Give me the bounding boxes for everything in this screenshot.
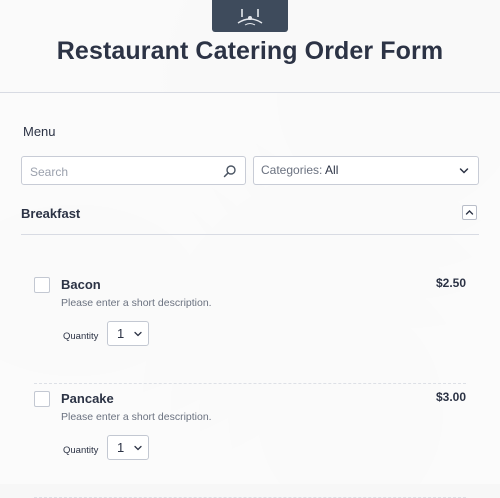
chevron-down-icon — [134, 445, 142, 451]
restaurant-logo-icon — [212, 0, 288, 32]
search-icon[interactable] — [223, 164, 237, 178]
form-content: Menu Categories: All Breakfast Bacon $2.… — [0, 93, 500, 498]
page-title: Restaurant Catering Order Form — [56, 37, 444, 65]
categories-select[interactable]: Categories: All — [253, 156, 479, 185]
menu-item-bacon: Bacon $2.50 Please enter a short descrip… — [21, 270, 479, 384]
quantity-value: 1 — [117, 326, 125, 341]
form-header: Restaurant Catering Order Form — [0, 0, 500, 93]
search-field[interactable] — [21, 156, 246, 185]
section-divider — [21, 234, 479, 235]
categories-label: Categories: — [261, 163, 323, 177]
item-description: Please enter a short description. — [61, 297, 212, 309]
quantity-label: Quantity — [63, 331, 99, 342]
chevron-down-icon — [459, 168, 469, 174]
collapse-section-button[interactable] — [462, 205, 477, 220]
menu-item-pancake: Pancake $3.00 Please enter a short descr… — [21, 384, 479, 498]
search-input[interactable] — [28, 162, 217, 181]
section-title-breakfast: Breakfast — [21, 206, 81, 221]
item-name: Bacon — [61, 277, 101, 292]
chevron-up-icon — [465, 210, 474, 215]
categories-value: All — [325, 163, 339, 177]
quantity-label: Quantity — [63, 445, 99, 456]
item-name: Pancake — [61, 391, 114, 406]
item-checkbox[interactable] — [34, 391, 50, 407]
menu-label: Menu — [23, 124, 56, 139]
item-description: Please enter a short description. — [61, 411, 212, 423]
item-price: $3.00 — [435, 390, 466, 404]
item-checkbox[interactable] — [34, 277, 50, 293]
quantity-select[interactable]: 1 — [107, 321, 149, 346]
item-price: $2.50 — [435, 276, 466, 290]
chevron-down-icon — [134, 331, 142, 337]
quantity-value: 1 — [117, 440, 125, 455]
quantity-select[interactable]: 1 — [107, 435, 149, 460]
